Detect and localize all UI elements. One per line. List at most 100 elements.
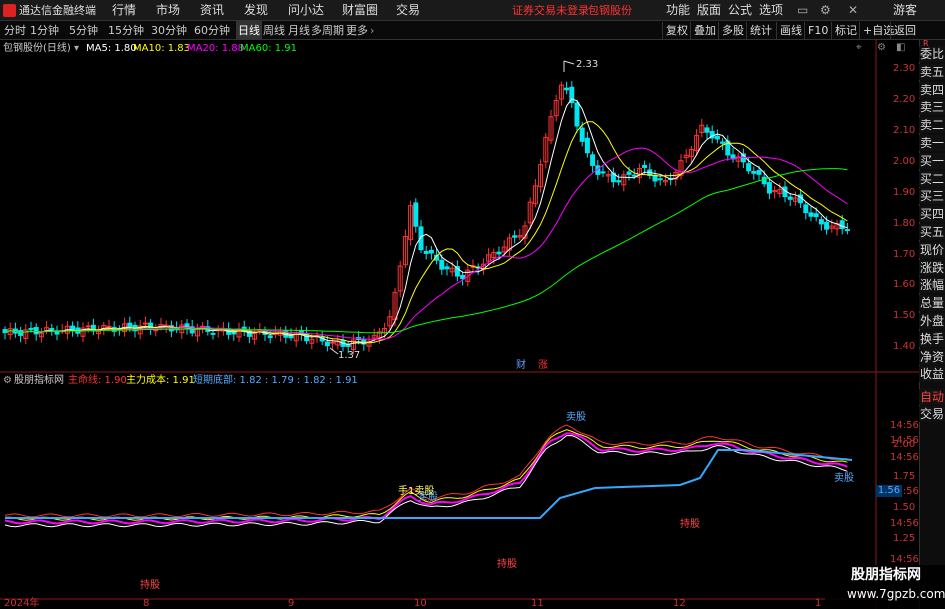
sell-signal-2: 卖股	[566, 412, 586, 423]
menu-quotes[interactable]: 行情	[112, 0, 136, 21]
side-row[interactable]: 卖四	[919, 81, 945, 98]
indicator-settings-icon[interactable]: ⚙	[3, 375, 12, 387]
side-row[interactable]: 买二	[919, 170, 945, 187]
menu-discover[interactable]: 发现	[244, 0, 268, 21]
price-tick-150: 1.50	[893, 310, 916, 321]
menu-formula[interactable]: 公式	[728, 0, 752, 21]
side-row[interactable]: 现价	[919, 241, 945, 258]
candle-body	[106, 325, 112, 328]
trade-button[interactable]: 交易	[919, 406, 945, 422]
auto-button[interactable]: 自动	[919, 389, 945, 405]
guest-user[interactable]: 游客	[893, 0, 917, 21]
x-tick-jan: 1	[815, 598, 822, 609]
menu-wealth[interactable]: 财富圈	[342, 0, 378, 21]
app-logo-icon	[3, 4, 16, 17]
side-row[interactable]: 委比	[919, 46, 945, 62]
tab-1min[interactable]: 1分钟	[30, 21, 59, 40]
overlay-button[interactable]: 叠加	[690, 22, 719, 39]
app-title: 通达信金融终端	[19, 4, 96, 17]
menu-function[interactable]: 功能	[666, 0, 690, 21]
x-tick-nov: 11	[531, 598, 544, 609]
multi-stock-button[interactable]: 多股	[718, 22, 747, 39]
side-row[interactable]: 买三	[919, 188, 945, 205]
candle-body	[496, 251, 502, 255]
side-row[interactable]: 总量	[919, 295, 945, 312]
menu-news[interactable]: 资讯	[200, 0, 224, 21]
candle-body	[642, 164, 648, 168]
tab-15min[interactable]: 15分钟	[108, 21, 144, 40]
mark-button[interactable]: 标记	[831, 22, 860, 39]
tab-60min[interactable]: 60分钟	[194, 21, 230, 40]
candle-body	[428, 249, 434, 254]
candle-body	[28, 327, 34, 330]
hold-signal-3: 持股	[140, 580, 160, 591]
side-row[interactable]: 卖二	[919, 117, 945, 134]
ind-tick-9: 14:56	[890, 554, 919, 565]
draw-line-button[interactable]: 画线	[776, 22, 805, 39]
side-row[interactable]: 涨幅	[919, 277, 945, 294]
f10-button[interactable]: F10	[804, 22, 831, 39]
dropdown-arrow-icon[interactable]: ▾	[74, 43, 79, 55]
hold-signal-1: 持股	[680, 519, 700, 530]
menu-ask[interactable]: 问小达	[288, 0, 324, 21]
settings-small-icon[interactable]: ⚙	[877, 42, 886, 54]
tab-daily[interactable]: 日线	[236, 21, 262, 40]
side-row[interactable]: 收益	[919, 366, 945, 383]
x-tick-dec: 12	[673, 598, 686, 609]
candle-body	[720, 141, 726, 144]
candle-body	[439, 259, 445, 270]
side-row[interactable]: 买五	[919, 224, 945, 240]
candle-body	[584, 137, 590, 154]
tab-multi-period[interactable]: 多周期	[311, 21, 344, 40]
side-row[interactable]: 卖三	[919, 99, 945, 116]
candle-body	[590, 154, 596, 166]
title-bar: 通达信金融终端 行情 市场 资讯 发现 问小达 财富圈 交易 证券交易未登录 包…	[0, 0, 945, 21]
menu-options[interactable]: 选项	[759, 0, 783, 21]
tab-intraday[interactable]: 分时	[4, 21, 26, 40]
side-row[interactable]: 换手	[919, 330, 945, 347]
candle-body	[33, 327, 39, 335]
side-row[interactable]: 卖一	[919, 135, 945, 151]
side-row[interactable]: 外盘	[919, 313, 945, 329]
side-row[interactable]: 卖五	[919, 63, 945, 80]
main-chart-title: 包钢股份(日线)	[3, 43, 71, 54]
statistics-button[interactable]: 统计	[746, 22, 775, 39]
tab-weekly[interactable]: 周线	[263, 21, 285, 40]
back-button[interactable]: 返回	[890, 22, 919, 39]
finance-marker[interactable]: 财	[516, 360, 526, 372]
minimize-icon[interactable]: ▭	[797, 0, 808, 21]
menu-market[interactable]: 市场	[156, 0, 180, 21]
adjust-button[interactable]: 复权	[662, 22, 691, 39]
menu-trade[interactable]: 交易	[396, 0, 420, 21]
menu-layout[interactable]: 版面	[697, 0, 721, 21]
indicator-line	[4, 432, 848, 525]
settings-icon[interactable]: ⚙	[820, 0, 831, 21]
price-tick-230: 2.30	[893, 63, 916, 74]
side-row[interactable]: 净资	[919, 348, 945, 365]
indicator-title: 股朋指标网	[14, 375, 64, 386]
candle-body	[746, 163, 752, 172]
candle-body	[267, 335, 273, 339]
close-icon[interactable]: ✕	[848, 0, 858, 21]
ind-tick-150: 1.50	[893, 502, 916, 513]
tab-monthly[interactable]: 月线	[288, 21, 310, 40]
candle-body	[756, 170, 762, 175]
candle-body	[444, 266, 450, 270]
pin-icon[interactable]: ⌖	[856, 42, 862, 54]
life-line-label: 主命线: 1.90	[68, 375, 127, 386]
rise-marker[interactable]: 涨	[538, 360, 548, 372]
ma-line	[4, 121, 848, 344]
tab-5min[interactable]: 5分钟	[69, 21, 98, 40]
side-row[interactable]: 买一	[919, 152, 945, 169]
more-chevron-icon[interactable]: ›	[370, 21, 374, 40]
ma60-label: MA60: 1.91	[240, 43, 298, 54]
side-row[interactable]: 涨跌	[919, 259, 945, 276]
tab-30min[interactable]: 30分钟	[151, 21, 187, 40]
candle-body	[127, 322, 133, 328]
collapse-icon[interactable]: ◧	[896, 42, 905, 54]
side-row[interactable]: 买四	[919, 206, 945, 223]
login-status[interactable]: 证券交易未登录	[512, 0, 589, 21]
tab-more[interactable]: 更多	[346, 21, 368, 40]
candle-body	[142, 322, 148, 325]
chart-canvas[interactable]	[0, 40, 919, 609]
